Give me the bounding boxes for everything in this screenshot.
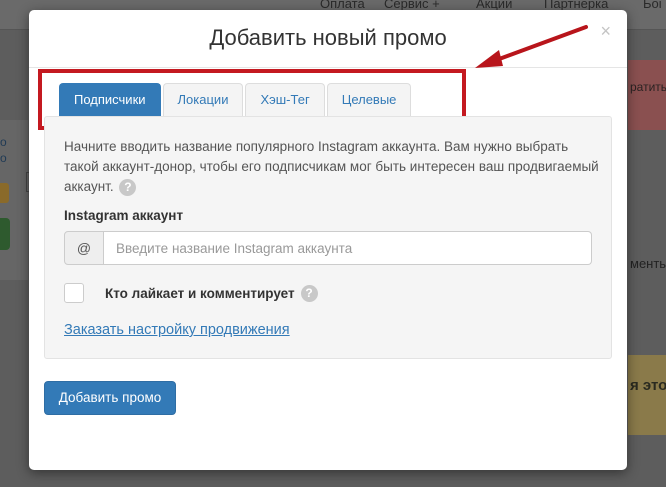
close-icon[interactable]: × <box>600 22 611 40</box>
panel-description: Начните вводить название популярного Ins… <box>64 137 604 197</box>
bg-left-link: оо <box>0 135 7 165</box>
background-warning-panel: я это <box>628 355 666 435</box>
background-text: ментьі <box>630 256 666 271</box>
add-promo-modal: Добавить новый промо × Подписчики Локаци… <box>29 10 627 470</box>
bg-orange-badge <box>0 183 9 203</box>
bg-green-button <box>0 218 10 250</box>
subscribers-tab-panel: Начните вводить название популярного Ins… <box>44 116 612 359</box>
annotation-arrow-icon <box>475 25 588 68</box>
likers-commenters-checkbox[interactable] <box>64 283 84 303</box>
add-promo-button[interactable]: Добавить промо <box>44 381 176 415</box>
bg-nav-link-more: Боі <box>643 0 662 11</box>
instagram-account-label: Instagram аккаунт <box>64 208 184 223</box>
description-text: Начните вводить название популярного Ins… <box>64 139 599 194</box>
help-icon[interactable]: ? <box>300 284 318 302</box>
instagram-account-input[interactable] <box>104 231 592 265</box>
bg-warning-text: я это <box>630 377 666 394</box>
order-promotion-setup-link[interactable]: Заказать настройку продвижения <box>64 322 290 338</box>
likers-commenters-option: Кто лайкает и комментирует ? <box>64 282 318 304</box>
likers-commenters-label[interactable]: Кто лайкает и комментирует <box>105 286 295 301</box>
instagram-account-input-group: @ <box>64 231 592 265</box>
at-sign-icon: @ <box>64 231 104 265</box>
background-alert-panel: ратить <box>628 60 666 130</box>
bg-alert-text: ратить <box>630 80 666 94</box>
help-icon[interactable]: ? <box>119 178 137 196</box>
